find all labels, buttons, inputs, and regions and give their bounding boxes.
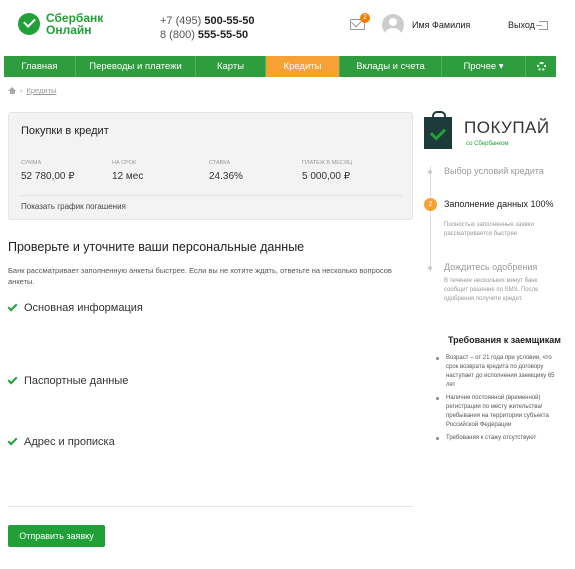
nav-item-other[interactable]: Прочее ▾ [442, 56, 526, 77]
phone-russia: 8 (800) 555-55-50 [160, 29, 249, 41]
nav-item-settings[interactable] [526, 56, 556, 77]
step-dot [428, 266, 432, 270]
mail-icon[interactable]: 2 [350, 13, 370, 30]
nav-item-home[interactable]: Главная [4, 56, 76, 77]
nav-item-transfers[interactable]: Переводы и платежи [76, 56, 196, 77]
credit-monthly-payment: Платеж в месяц 5 000,00 ₽ [302, 160, 352, 182]
section-passport-data[interactable]: Паспортные данные [7, 374, 128, 387]
requirement-registration: Наличие постоянной (временной) регистрац… [436, 394, 556, 430]
home-icon[interactable] [8, 87, 16, 94]
header: Сбербанк Онлайн +7 (495) 500-55-50 8 (80… [0, 0, 575, 54]
credit-rate: Ставка 24.36% [209, 160, 243, 182]
step-dot [428, 170, 432, 174]
breadcrumb-credits-link[interactable]: Кредиты [27, 86, 57, 95]
shopping-bag-icon [424, 111, 452, 149]
gear-icon [536, 62, 546, 71]
form-title: Проверьте и уточните ваши персональные д… [8, 240, 305, 254]
steps-line [430, 166, 431, 272]
promo-banner[interactable]: ПОКУПАЙ со Сбербанком [424, 111, 559, 155]
step-number: 2 [424, 198, 437, 211]
nav-item-cards[interactable]: Карты [196, 56, 266, 77]
phone-moscow: +7 (495) 500-55-50 [160, 15, 255, 27]
user-name[interactable]: Имя Фамилия [412, 20, 470, 30]
sberbank-logo[interactable]: Сбербанк Онлайн [18, 12, 103, 36]
nav-item-deposits[interactable]: Вклады и счета [340, 56, 442, 77]
credit-amount: Сумма 52 780,00 ₽ [21, 160, 75, 182]
check-icon [7, 374, 18, 385]
submit-application-button[interactable]: Отправить заявку [8, 525, 105, 547]
logout-icon [535, 20, 548, 30]
avatar[interactable] [382, 14, 404, 36]
credit-term: На срок 12 мес [112, 160, 144, 182]
check-icon [7, 435, 18, 446]
divider [21, 195, 402, 196]
check-icon [7, 301, 18, 312]
requirement-age: Возраст – от 21 года при условии, что ср… [436, 354, 556, 390]
requirements-list: Возраст – от 21 года при условии, что ср… [436, 354, 556, 447]
promo-subtitle: со Сбербанком [466, 141, 509, 147]
promo-title: ПОКУПАЙ [464, 118, 550, 137]
logout-button[interactable]: Выход [508, 20, 548, 30]
logo-text-line2: Онлайн [46, 23, 92, 37]
divider [8, 506, 413, 507]
credit-summary-card: Покупки в кредит Сумма 52 780,00 ₽ На ср… [8, 112, 413, 220]
nav-item-credits[interactable]: Кредиты [266, 56, 340, 77]
section-basic-info[interactable]: Основная информация [7, 301, 143, 314]
phone-numbers: +7 (495) 500-55-50 8 (800) 555-55-50 [160, 14, 255, 42]
section-address[interactable]: Адрес и прописка [7, 435, 115, 448]
form-description: Банк рассматривает заполненную анкеты бы… [8, 266, 392, 286]
requirement-experience: Требования к стажу отсутствуют [436, 434, 556, 443]
sberbank-logo-icon [18, 13, 40, 35]
requirements-title: Требования к заемщикам [448, 335, 561, 345]
breadcrumb: › Кредиты [8, 86, 56, 95]
show-schedule-link[interactable]: Показать график погашения [21, 202, 126, 211]
breadcrumb-separator: › [20, 86, 23, 95]
main-nav: Главная Переводы и платежи Карты Кредиты… [4, 56, 556, 77]
mail-count-badge: 2 [360, 13, 370, 23]
credit-title: Покупки в кредит [21, 125, 109, 137]
